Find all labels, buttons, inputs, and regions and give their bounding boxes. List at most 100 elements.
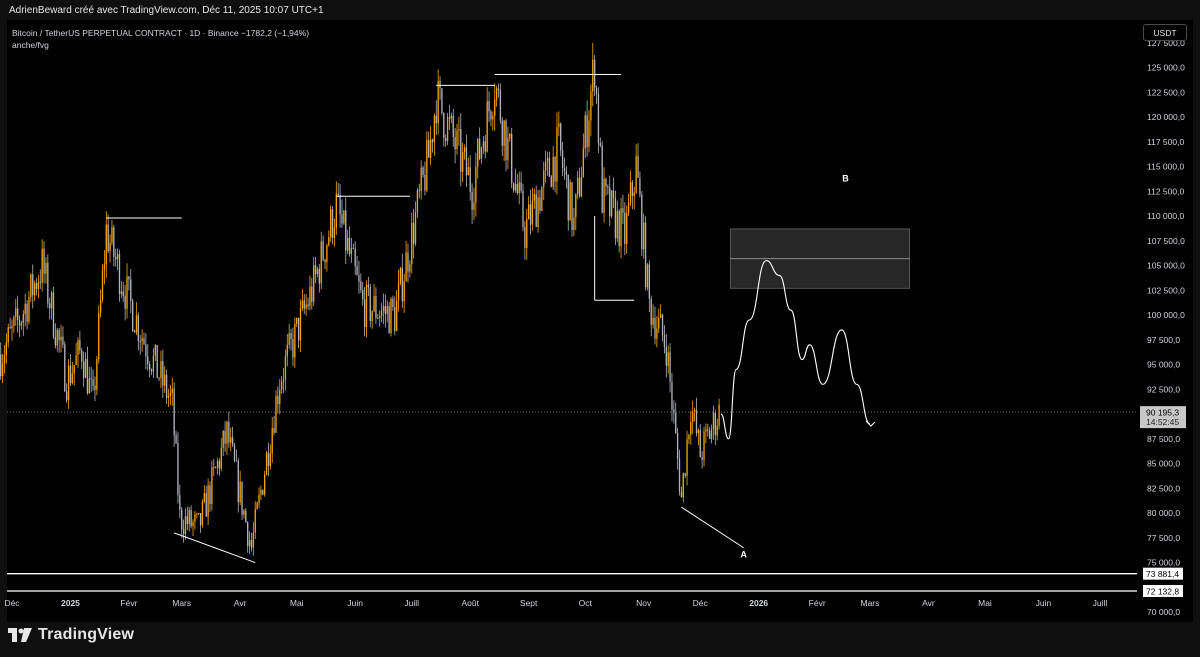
candle <box>512 182 515 193</box>
candle <box>375 287 377 324</box>
candle <box>309 275 311 311</box>
candle <box>454 127 456 164</box>
candle <box>546 151 549 176</box>
indicator-label[interactable]: anche/fvg <box>12 39 309 51</box>
candle <box>252 522 255 556</box>
candle <box>73 364 75 386</box>
candle-body <box>610 190 613 217</box>
candle-body <box>284 356 287 380</box>
candle-body <box>279 389 281 405</box>
candle-body <box>313 265 315 302</box>
candle <box>394 296 396 336</box>
candle-body <box>584 115 586 149</box>
candle <box>462 142 464 182</box>
candle <box>169 385 172 406</box>
candle <box>56 327 58 352</box>
candle <box>671 372 673 422</box>
candle-body <box>288 333 290 345</box>
candle <box>20 320 23 330</box>
candle-body <box>101 270 104 300</box>
candle-body <box>54 336 57 346</box>
candle <box>712 406 715 440</box>
candle <box>124 284 126 321</box>
candle-body <box>605 178 607 187</box>
tradingview-logo[interactable]: TradingView <box>8 626 134 644</box>
candle <box>147 344 149 371</box>
candle <box>435 100 437 136</box>
candle-body <box>292 338 294 358</box>
candle <box>239 470 241 506</box>
candle-body <box>692 412 694 422</box>
candle <box>531 187 534 231</box>
candle-body <box>556 127 558 182</box>
candle-body <box>535 194 537 227</box>
candle <box>141 329 143 352</box>
candle-body <box>575 193 577 218</box>
candle-body <box>333 227 336 238</box>
candle <box>690 410 692 445</box>
candle-body <box>601 145 603 213</box>
candle-body <box>492 115 494 120</box>
symbol-description[interactable]: Bitcoin / TetherUS PERPETUAL CONTRACT · … <box>12 28 239 38</box>
candle <box>345 197 347 264</box>
candle <box>233 442 236 463</box>
candle-body <box>245 510 247 523</box>
candle <box>337 182 339 198</box>
candle-body <box>132 300 134 331</box>
candle-body <box>67 365 70 401</box>
price-axis-label: 82 500,0 <box>1147 483 1180 493</box>
candle <box>243 509 245 519</box>
candle-body <box>443 113 445 138</box>
candle-body <box>446 117 449 141</box>
candle-body <box>52 292 55 337</box>
candle-body <box>182 529 185 535</box>
candle <box>77 337 79 368</box>
candle <box>567 174 569 231</box>
candle-body <box>324 259 326 263</box>
candle <box>148 361 151 378</box>
candle-body <box>652 317 654 325</box>
candle-body <box>282 379 285 382</box>
candle-body <box>50 292 53 309</box>
candle <box>401 253 403 308</box>
candle <box>718 398 720 430</box>
candle <box>609 175 611 227</box>
drawings-layer: AB <box>7 73 1137 592</box>
candle <box>47 254 49 309</box>
candle-body <box>201 501 204 526</box>
candle-body <box>75 355 77 366</box>
candle <box>648 260 650 313</box>
candle <box>241 481 243 521</box>
candle <box>41 239 43 292</box>
candle <box>62 326 64 349</box>
candle-body <box>5 342 8 356</box>
candle-body <box>475 166 477 203</box>
quote-currency-button[interactable]: USDT <box>1143 24 1187 41</box>
candle-body <box>213 467 215 469</box>
candle <box>686 430 688 486</box>
candle <box>294 317 296 368</box>
candle-body <box>39 282 41 284</box>
candle-body <box>690 421 692 435</box>
candle-body <box>58 329 60 341</box>
candle <box>313 256 315 307</box>
candle <box>709 426 711 440</box>
candle <box>173 382 175 447</box>
projection-arrowhead <box>865 420 876 427</box>
candle <box>324 258 326 270</box>
candle <box>554 156 556 193</box>
candle-body <box>320 241 322 284</box>
candle-body <box>445 137 447 141</box>
candle <box>164 366 166 393</box>
candle-body <box>599 143 601 146</box>
candle-body <box>1 363 4 377</box>
candle <box>705 423 707 444</box>
candle-body <box>194 514 196 522</box>
candle <box>494 83 496 131</box>
candle-body <box>520 182 522 191</box>
price-axis-label: 87 500,0 <box>1147 434 1180 444</box>
price-chart[interactable]: AB 127 500,0125 000,0122 500,0120 000,01… <box>0 0 1200 657</box>
candle-body <box>235 460 238 462</box>
candle <box>616 200 618 243</box>
price-axis-label: 105 000,0 <box>1147 261 1185 271</box>
